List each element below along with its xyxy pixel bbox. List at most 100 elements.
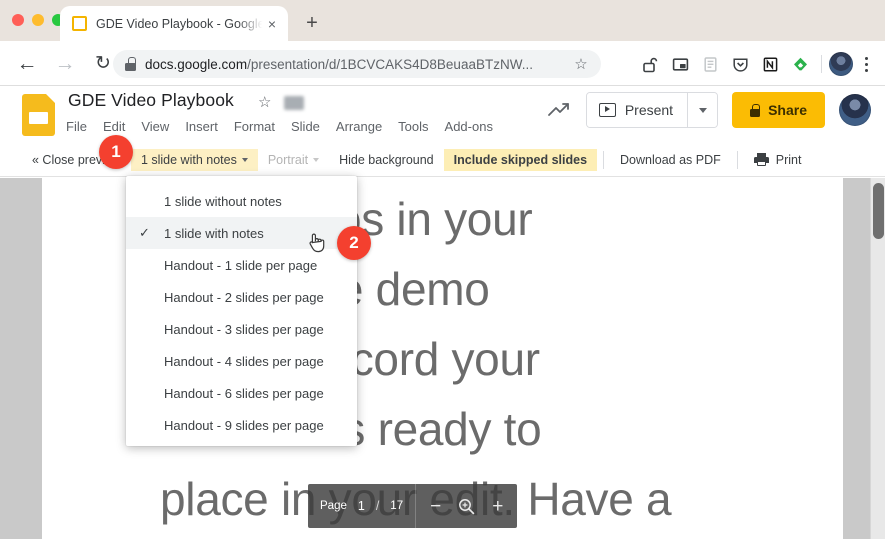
page-separator: / [375, 499, 380, 513]
present-dropdown-button[interactable] [687, 93, 718, 127]
layout-selector-label: 1 slide with notes [140, 152, 237, 167]
include-skipped-slides-button[interactable]: Include skipped slides [443, 148, 598, 171]
feedly-icon[interactable] [786, 50, 814, 78]
url-domain: docs.google.com [145, 56, 248, 72]
print-button[interactable]: Print [744, 149, 812, 171]
chevron-down-icon [698, 107, 707, 113]
menu-file[interactable]: File [66, 119, 87, 134]
browser-tab[interactable]: GDE Video Playbook - Google Slides × [60, 6, 288, 41]
star-icon[interactable]: ☆ [258, 93, 271, 111]
account-avatar[interactable] [839, 94, 871, 126]
magnifier-icon[interactable] [457, 497, 476, 516]
activity-dashboard-icon[interactable] [546, 99, 572, 121]
menu-item-handout-1-per-page[interactable]: Handout - 1 slide per page [126, 249, 357, 281]
pocket-icon[interactable] [726, 50, 754, 78]
menu-edit[interactable]: Edit [103, 119, 125, 134]
menu-item-handout-3-per-page[interactable]: Handout - 3 slides per page [126, 313, 357, 345]
google-slides-logo [22, 94, 55, 136]
profile-avatar[interactable] [829, 52, 853, 76]
move-to-folder-icon[interactable] [284, 96, 304, 110]
play-screen-icon [598, 103, 616, 117]
menu-item-handout-2-per-page[interactable]: Handout - 2 slides per page [126, 281, 357, 313]
menu-item-1-slide-with-notes[interactable]: ✓ 1 slide with notes [126, 217, 357, 249]
toolbar-divider [736, 150, 738, 169]
lock-icon [125, 57, 136, 71]
close-window-button[interactable] [12, 14, 24, 26]
document-title[interactable]: GDE Video Playbook [68, 90, 234, 111]
menu-item-label: Handout - 6 slides per page [164, 385, 324, 401]
toolbar-divider [603, 150, 605, 169]
present-label: Present [624, 102, 674, 118]
menu-item-label: Handout - 1 slide per page [164, 257, 318, 273]
menu-item-label: Handout - 9 slides per page [164, 417, 324, 433]
close-tab-icon[interactable]: × [264, 16, 280, 32]
menu-slide[interactable]: Slide [291, 119, 320, 134]
check-icon: ✓ [139, 225, 150, 240]
printer-icon [753, 152, 769, 166]
orientation-label: Portrait [267, 152, 309, 167]
layout-selector-button[interactable]: 1 slide with notes [130, 148, 258, 171]
tab-strip: GDE Video Playbook - Google Slides × + [0, 0, 885, 41]
share-label: Share [768, 102, 807, 118]
new-tab-button[interactable]: + [300, 12, 324, 36]
menu-item-label: Handout - 2 slides per page [164, 289, 324, 305]
tab-title: GDE Video Playbook - Google Slides [96, 16, 264, 31]
toolbar-divider [821, 55, 822, 73]
menu-insert[interactable]: Insert [185, 119, 218, 134]
chrome-menu-icon[interactable] [855, 50, 877, 78]
menu-item-label: 1 slide without notes [164, 193, 282, 209]
preview-scrollbar[interactable] [870, 178, 885, 539]
download-pdf-button[interactable]: Download as PDF [610, 149, 731, 171]
zoom-out-button[interactable]: − [430, 497, 441, 516]
reading-list-icon[interactable] [696, 50, 724, 78]
print-label: Print [775, 152, 802, 167]
menu-item-label: Handout - 3 slides per page [164, 321, 324, 337]
url-text: docs.google.com/presentation/d/1BCVCAKS4… [145, 57, 573, 72]
menu-item-label: Handout - 4 slides per page [164, 353, 324, 369]
hide-background-button[interactable]: Hide background [329, 149, 444, 171]
scrollbar-thumb[interactable] [873, 183, 884, 239]
current-page-value[interactable]: 1 [358, 499, 365, 513]
zoom-in-button[interactable]: + [492, 497, 503, 516]
window-traffic-lights [12, 14, 64, 26]
present-group: Present [585, 92, 719, 128]
layout-dropdown-menu: 1 slide without notes ✓ 1 slide with not… [126, 176, 357, 446]
annotation-badge-1: 1 [99, 135, 133, 169]
menu-item-handout-6-per-page[interactable]: Handout - 6 slides per page [126, 377, 357, 409]
lock-icon [750, 103, 761, 117]
chevron-down-icon [313, 158, 320, 163]
menu-item-label: 1 slide with notes [164, 225, 264, 241]
menu-tools[interactable]: Tools [398, 119, 428, 134]
menu-add-ons[interactable]: Add-ons [445, 119, 493, 134]
bookmark-star-icon[interactable]: ☆ [573, 55, 589, 73]
page-label: Page [320, 500, 347, 512]
slides-menubar: File Edit View Insert Format Slide Arran… [66, 119, 493, 134]
menu-format[interactable]: Format [234, 119, 275, 134]
menu-arrange[interactable]: Arrange [336, 119, 382, 134]
browser-window: GDE Video Playbook - Google Slides × + ←… [0, 0, 885, 539]
menu-item-handout-4-per-page[interactable]: Handout - 4 slides per page [126, 345, 357, 377]
url-path: /presentation/d/1BCVCAKS4D8BeuaaBTzNW... [247, 56, 533, 72]
page-indicator: Page 1 / 17 [308, 484, 415, 528]
extensions-row [636, 50, 877, 78]
present-button[interactable]: Present [586, 93, 688, 127]
minimize-window-button[interactable] [32, 14, 44, 26]
total-pages-value: 17 [390, 500, 404, 512]
unlocked-padlock-icon[interactable] [636, 50, 664, 78]
menu-view[interactable]: View [141, 119, 169, 134]
menu-item-handout-9-per-page[interactable]: Handout - 9 slides per page [126, 409, 357, 441]
annotation-badge-2: 2 [337, 226, 371, 260]
slides-favicon-icon [72, 16, 87, 31]
back-icon[interactable]: ← [12, 49, 42, 79]
chevron-down-icon [241, 158, 248, 163]
zoom-controls: − + [415, 484, 517, 528]
notion-icon[interactable] [756, 50, 784, 78]
print-preview-toolbar: « Close preview 1 slide with notes Portr… [0, 143, 885, 177]
share-button[interactable]: Share [732, 92, 825, 128]
picture-in-picture-icon[interactable] [666, 50, 694, 78]
menu-item-1-slide-without-notes[interactable]: 1 slide without notes [126, 185, 357, 217]
page-navigation-bar: Page 1 / 17 − + [308, 484, 518, 528]
orientation-selector-button[interactable]: Portrait [258, 149, 329, 171]
address-bar[interactable]: docs.google.com/presentation/d/1BCVCAKS4… [113, 50, 601, 78]
forward-icon[interactable]: → [50, 49, 80, 79]
